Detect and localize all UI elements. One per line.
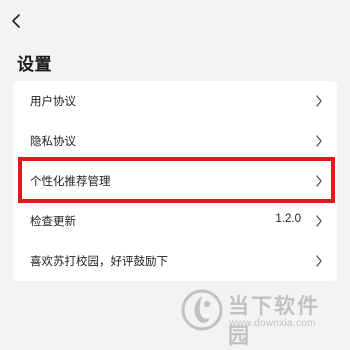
settings-item-user-agreement[interactable]: 用户协议 bbox=[13, 81, 337, 121]
watermark: 当下软件园 www.downxia.com bbox=[180, 288, 340, 348]
back-button[interactable] bbox=[4, 6, 32, 36]
watermark-url: www.downxia.com bbox=[229, 318, 316, 329]
version-value: 1.2.0 bbox=[275, 213, 301, 225]
chevron-left-icon bbox=[4, 6, 32, 36]
settings-item-label: 隐私协议 bbox=[30, 136, 76, 148]
chevron-right-icon bbox=[315, 254, 323, 268]
chevron-right-icon bbox=[315, 94, 323, 108]
watermark-logo-icon bbox=[180, 288, 224, 332]
highlight-box bbox=[18, 157, 335, 203]
settings-item-label: 喜欢苏打校园，好评鼓励下 bbox=[30, 256, 168, 268]
top-bar bbox=[0, 0, 350, 44]
settings-item-label: 检查更新 bbox=[30, 216, 76, 228]
page-title: 设置 bbox=[17, 55, 52, 74]
chevron-right-icon bbox=[315, 214, 323, 228]
settings-item-label: 用户协议 bbox=[30, 96, 76, 108]
settings-item-privacy-agreement[interactable]: 隐私协议 bbox=[13, 121, 337, 161]
settings-item-rate-app[interactable]: 喜欢苏打校园，好评鼓励下 bbox=[13, 241, 337, 281]
chevron-right-icon bbox=[315, 134, 323, 148]
settings-item-check-update[interactable]: 检查更新 1.2.0 bbox=[13, 201, 337, 241]
